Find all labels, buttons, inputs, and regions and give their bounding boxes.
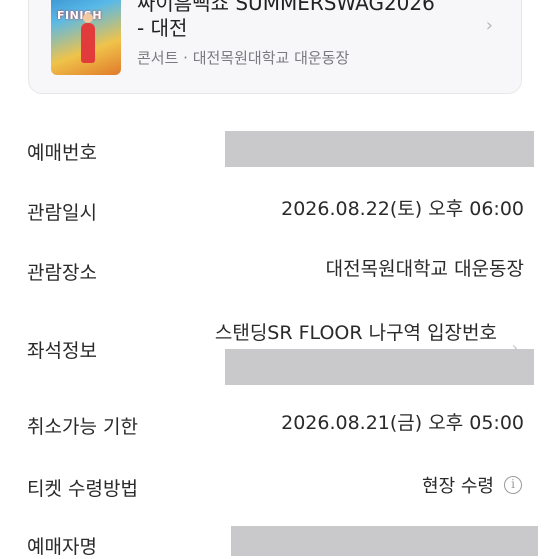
chevron-right-icon[interactable]: › [486, 15, 493, 36]
cancel-deadline-label: 취소가능 기한 [27, 416, 138, 438]
booker-label: 예매자명 [27, 536, 97, 558]
booking-number-redacted [225, 131, 534, 167]
cancel-deadline-value: 2026.08.21(금) 오후 05:00 [281, 412, 524, 434]
poster-runner [81, 13, 95, 63]
seat-label: 좌석정보 [27, 340, 97, 362]
datetime-value: 2026.08.22(토) 오후 06:00 [281, 198, 524, 220]
booking-number-label: 예매번호 [27, 142, 97, 164]
poster-text: FINISH [57, 9, 103, 22]
pickup-label: 티켓 수령방법 [27, 478, 138, 500]
pickup-value: 현장 수령 [422, 476, 494, 497]
event-poster: FINISH [51, 0, 121, 75]
event-card[interactable]: FINISH 싸이흠뻑쇼 SUMMERSWAG2026 - 대전 콘서트 · 대… [28, 0, 522, 94]
venue-label: 관람장소 [27, 262, 97, 284]
event-title: 싸이흠뻑쇼 SUMMERSWAG2026 - 대전 [137, 0, 435, 40]
datetime-label: 관람일시 [27, 202, 97, 224]
seat-value: 스탠딩SR FLOOR 나구역 입장번호 [214, 322, 497, 344]
venue-value: 대전목원대학교 대운동장 [325, 258, 524, 280]
event-subtitle: 콘서트 · 대전목원대학교 대운동장 [137, 49, 350, 67]
seat-number-redacted [225, 349, 534, 385]
info-icon[interactable]: i [504, 476, 522, 494]
